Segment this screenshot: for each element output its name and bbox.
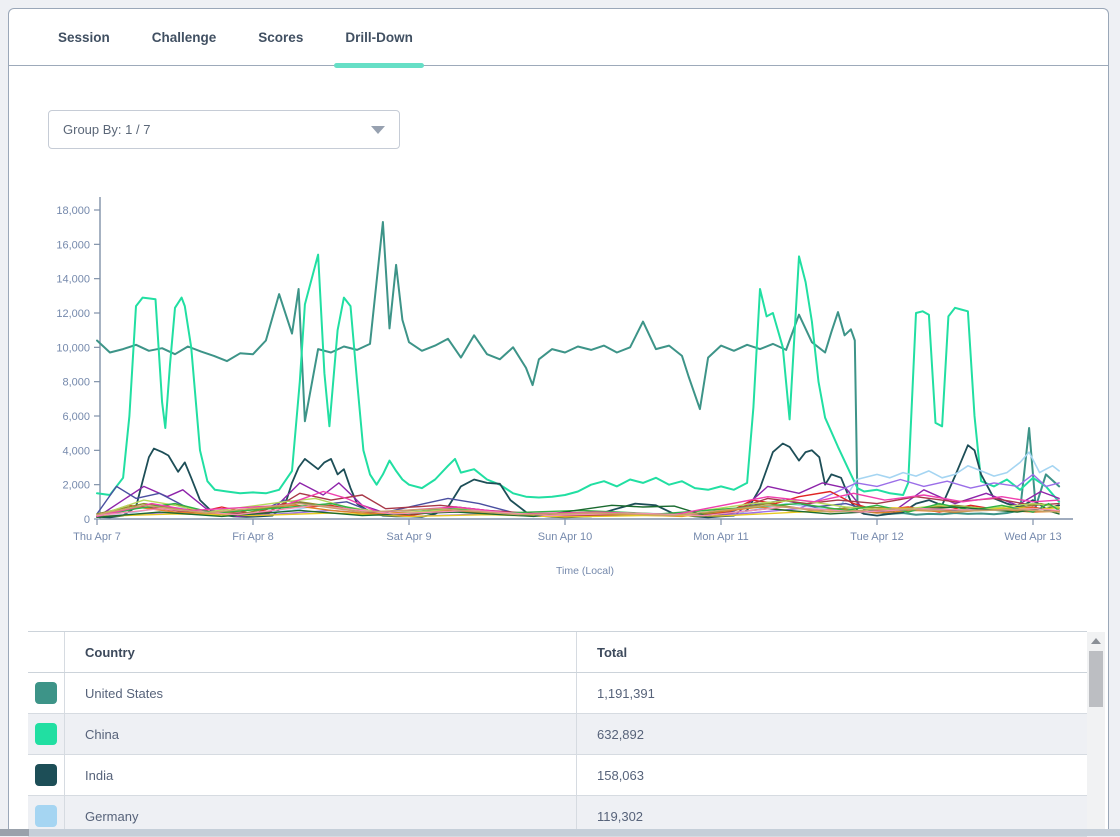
- table-header-row: Country Total: [28, 631, 1087, 673]
- y-tick-label: 12,000: [56, 308, 90, 320]
- y-tick-label: 4,000: [62, 445, 90, 457]
- x-axis-title: Time (Local): [556, 565, 614, 577]
- tab-label: Challenge: [152, 30, 217, 45]
- chevron-down-icon: [371, 126, 385, 134]
- swatch-cell: [28, 714, 64, 754]
- y-tick-label: 6,000: [62, 411, 90, 423]
- x-tick-label: Thu Apr 7: [73, 531, 121, 543]
- header-swatch-cell: [28, 632, 64, 672]
- horizontal-scrollbar-thumb[interactable]: [0, 829, 29, 836]
- series-color-swatch: [35, 805, 57, 827]
- country-cell: China: [64, 714, 576, 754]
- group-by-dropdown[interactable]: Group By: 1 / 7: [48, 110, 400, 149]
- y-tick-label: 18,000: [56, 205, 90, 217]
- series-line-china[interactable]: [97, 255, 1059, 502]
- table-row[interactable]: India158,063: [28, 755, 1087, 796]
- swatch-cell: [28, 755, 64, 795]
- table-row[interactable]: United States1,191,391: [28, 673, 1087, 714]
- swatch-cell: [28, 673, 64, 713]
- total-cell: 1,191,391: [576, 673, 1087, 713]
- tab-bar: Session Challenge Scores Drill-Down: [9, 9, 1108, 66]
- drilldown-line-chart[interactable]: 0 2,000 4,000 6,000 8,000 10,000 12,000 14,000 1…: [0, 185, 1120, 605]
- tab-label: Session: [58, 30, 110, 45]
- page-horizontal-scrollbar[interactable]: [0, 829, 1120, 836]
- series-line-united-states[interactable]: [97, 222, 1059, 515]
- x-tick-label: Sun Apr 10: [538, 531, 592, 543]
- x-tick-label: Wed Apr 13: [1004, 531, 1061, 543]
- tab-scores[interactable]: Scores: [237, 9, 324, 65]
- vertical-scrollbar-thumb[interactable]: [1089, 651, 1103, 707]
- scroll-up-icon[interactable]: [1091, 638, 1101, 644]
- x-tick-label: Sat Apr 9: [386, 531, 431, 543]
- tab-challenge[interactable]: Challenge: [131, 9, 238, 65]
- series-color-swatch: [35, 764, 57, 786]
- y-tick-label: 8,000: [62, 377, 90, 389]
- header-total: Total: [576, 632, 1087, 672]
- y-tick-label: 16,000: [56, 239, 90, 251]
- y-tick-label: 14,000: [56, 274, 90, 286]
- y-tick-label: 10,000: [56, 342, 90, 354]
- y-tick-label: 0: [84, 514, 90, 526]
- country-cell: India: [64, 755, 576, 795]
- x-tick-label: Mon Apr 11: [693, 531, 748, 543]
- group-by-value: Group By: 1 / 7: [63, 122, 150, 137]
- header-country: Country: [64, 632, 576, 672]
- active-tab-underline: [334, 63, 424, 68]
- tab-drill-down[interactable]: Drill-Down: [324, 9, 434, 65]
- table-vertical-scrollbar[interactable]: [1087, 632, 1105, 829]
- tab-label: Drill-Down: [345, 30, 413, 45]
- table-row[interactable]: China632,892: [28, 714, 1087, 755]
- series-line-india[interactable]: [97, 444, 1059, 518]
- series-color-swatch: [35, 682, 57, 704]
- tab-label: Scores: [258, 30, 303, 45]
- series-color-swatch: [35, 723, 57, 745]
- tab-session[interactable]: Session: [37, 9, 131, 65]
- country-cell: United States: [64, 673, 576, 713]
- total-cell: 158,063: [576, 755, 1087, 795]
- x-tick-label: Fri Apr 8: [232, 531, 274, 543]
- x-tick-label: Tue Apr 12: [850, 531, 903, 543]
- country-totals-table: Country Total United States1,191,391Chin…: [28, 631, 1087, 837]
- total-cell: 632,892: [576, 714, 1087, 754]
- y-tick-label: 2,000: [62, 480, 90, 492]
